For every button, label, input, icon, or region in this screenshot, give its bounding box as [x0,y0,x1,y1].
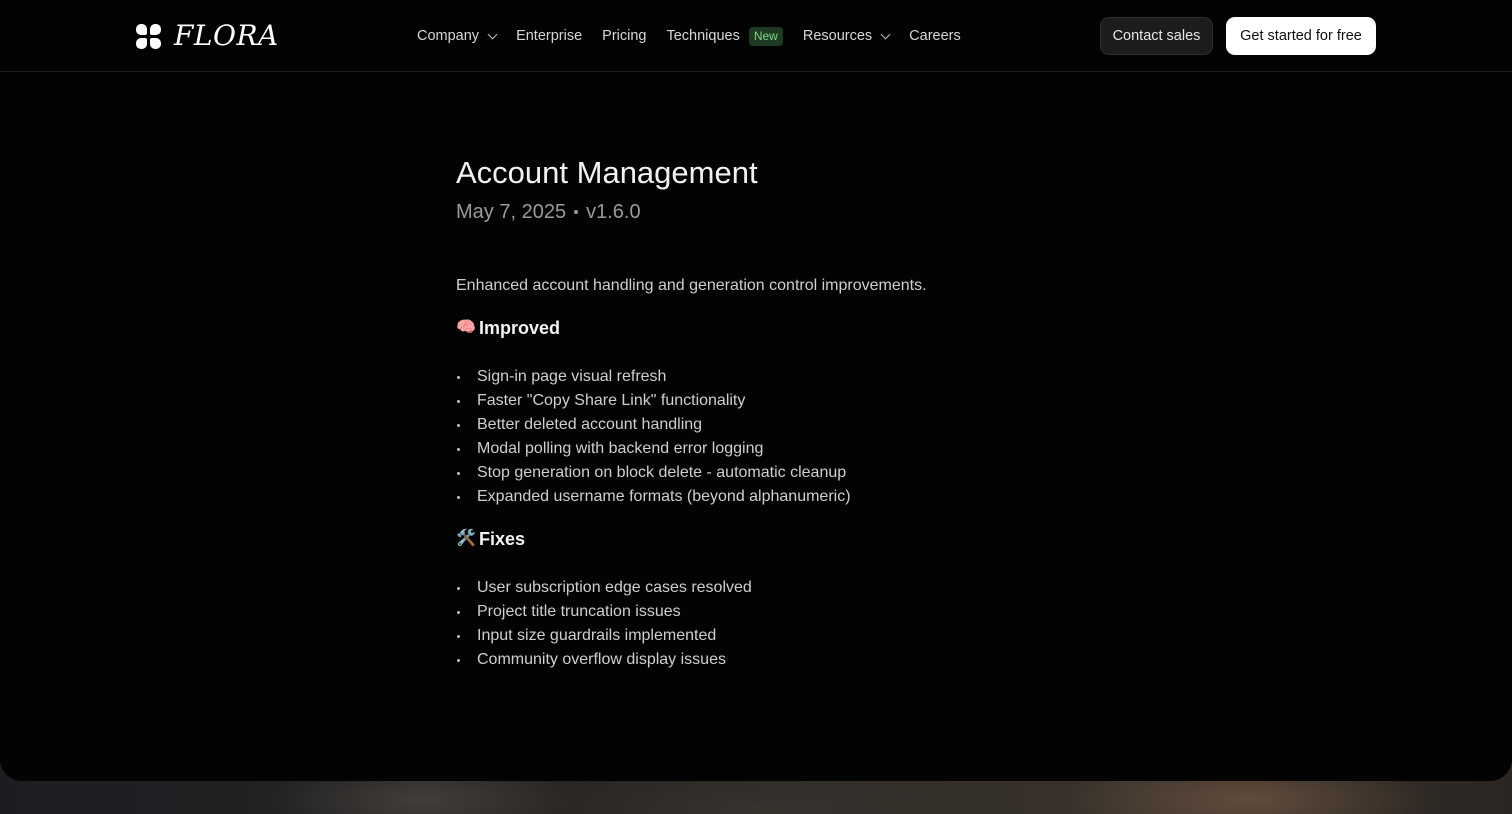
section-heading-label: Improved [479,318,561,338]
list-item: Stop generation on block delete - automa… [456,461,851,485]
chevron-down-icon [487,29,498,39]
nav-label: Careers [909,28,961,44]
main-nav: Company Enterprise Pricing Techniques Ne… [417,24,981,48]
main-card: FLORA Company Enterprise Pricing Techniq… [0,0,1512,781]
section-heading-fixes: 🛠️ Fixes [456,527,525,551]
list-item: Community overflow display issues [456,648,752,672]
nav-item-enterprise[interactable]: Enterprise [516,28,582,44]
list-item: Sign-in page visual refresh [456,365,851,389]
section-heading-improved: 🧠 Improved [456,316,560,340]
list-item: Faster "Copy Share Link" functionality [456,389,851,413]
nav-item-company[interactable]: Company [417,28,498,44]
nav-label: Enterprise [516,28,583,44]
nav-label: Pricing [602,28,647,44]
nav-label: Company [417,28,480,44]
nav-label: Resources [802,28,873,44]
nav-item-pricing[interactable]: Pricing [602,28,646,44]
post-date: May 7, 2025 [456,201,567,223]
post-meta: May 7, 2025 v1.6.0 [456,198,1056,226]
list-item: Project title truncation issues [456,600,752,624]
new-badge: New [748,26,783,46]
chevron-down-icon [880,29,891,39]
list-item: Modal polling with backend error logging [456,437,851,461]
page-title: Account Management [456,155,758,190]
list-item: Better deleted account handling [456,413,851,437]
list-item: User subscription edge cases resolved [456,576,752,600]
post-intro: Enhanced account handling and generation… [456,277,927,294]
nav-item-careers[interactable]: Careers [909,28,961,44]
contact-sales-button[interactable]: Contact sales [1100,17,1213,55]
nav-label: Techniques [666,28,740,44]
get-started-button[interactable]: Get started for free [1226,17,1376,55]
flora-logo-wordmark[interactable]: FLORA [174,20,279,52]
list-item: Input size guardrails implemented [456,624,752,648]
improved-list: Sign-in page visual refresh Faster "Copy… [456,365,851,509]
separator-dot [574,210,579,214]
nav-item-techniques[interactable]: Techniques New [666,26,783,46]
site-header: FLORA Company Enterprise Pricing Techniq… [0,0,1512,72]
changelog-entry: Account Management May 7, 2025 v1.6.0 En… [456,150,1056,668]
post-version: v1.6.0 [586,201,641,223]
flora-logo-icon[interactable] [136,24,161,49]
brain-icon: 🧠 [456,319,476,336]
fixes-list: User subscription edge cases resolved Pr… [456,576,752,672]
section-heading-label: Fixes [479,529,526,549]
list-item: Expanded username formats (beyond alphan… [456,485,851,509]
hammer-and-wrench-icon: 🛠️ [456,530,476,547]
nav-item-resources[interactable]: Resources [802,28,891,44]
